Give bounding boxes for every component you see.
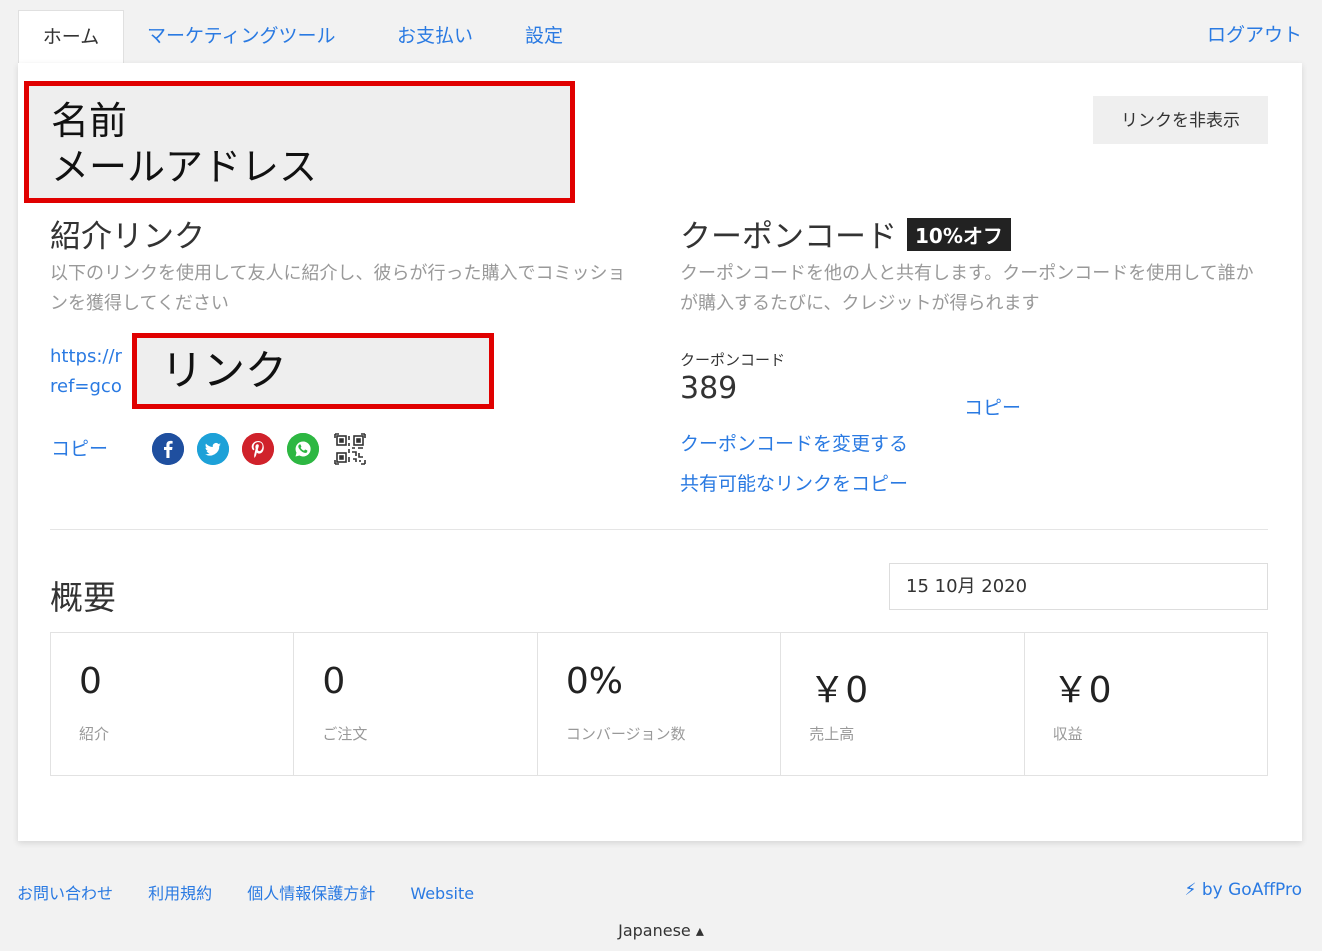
footer-link-website[interactable]: Website bbox=[410, 884, 474, 903]
stat-value: 0% bbox=[565, 661, 623, 702]
qr-code-icon[interactable] bbox=[334, 433, 366, 465]
profile-redacted-box: 名前 メールアドレス bbox=[24, 81, 575, 203]
logout-link[interactable]: ログアウト bbox=[1207, 10, 1302, 64]
coupon-title: クーポンコード 10%オフ bbox=[680, 211, 1011, 256]
footer-link-contact[interactable]: お問い合わせ bbox=[17, 884, 113, 903]
date-range-input[interactable]: 15 10月 2020 bbox=[889, 563, 1268, 610]
caret-up-icon: ▴ bbox=[695, 921, 704, 940]
powered-by-text[interactable]: by GoAffPro bbox=[1202, 880, 1302, 900]
referral-url-line2[interactable]: ref=gco bbox=[50, 372, 122, 402]
referral-url[interactable]: https://r ref=gco bbox=[50, 342, 122, 402]
stat-sales: ￥0 売上高 bbox=[781, 633, 1025, 775]
stat-label: コンバージョン数 bbox=[565, 725, 686, 743]
language-selector[interactable]: Japanese ▴ bbox=[0, 921, 1322, 940]
stat-value: 0 bbox=[322, 661, 346, 702]
tab-home[interactable]: ホーム bbox=[18, 10, 124, 64]
language-label[interactable]: Japanese bbox=[618, 921, 691, 940]
tab-marketing-tools[interactable]: マーケティングツール bbox=[147, 10, 335, 64]
coupon-code-value: 389 bbox=[680, 371, 738, 406]
stat-value: 0 bbox=[79, 661, 102, 702]
referral-link-redacted-box: リンク bbox=[132, 333, 494, 409]
copy-referral-link-button[interactable]: コピー bbox=[51, 434, 108, 461]
powered-by-link[interactable]: ⚡ by GoAffPro bbox=[1185, 880, 1302, 900]
profile-email: メールアドレス bbox=[51, 145, 318, 189]
redacted-link-label: リンク bbox=[161, 346, 288, 395]
referral-title: 紹介リンク bbox=[50, 219, 205, 255]
stat-label: 売上高 bbox=[809, 725, 855, 743]
stats-panel: 0 紹介 0 ご注文 0% コンバージョン数 ￥0 売上高 ￥0 収益 bbox=[50, 632, 1268, 776]
stat-referrals: 0 紹介 bbox=[51, 633, 295, 775]
hide-links-button[interactable]: リンクを非表示 bbox=[1093, 96, 1268, 144]
stat-label: ご注文 bbox=[322, 725, 368, 743]
whatsapp-icon[interactable] bbox=[287, 433, 319, 465]
pinterest-icon[interactable] bbox=[242, 433, 274, 465]
nav-tabs: ホーム マーケティングツール お支払い 設定 ログアウト bbox=[18, 10, 1302, 64]
coupon-description: クーポンコードを他の人と共有します。クーポンコードを使用して誰かが購入するたびに… bbox=[680, 263, 1254, 314]
footer-link-terms[interactable]: 利用規約 bbox=[148, 884, 212, 903]
referral-url-line1[interactable]: https://r bbox=[50, 342, 122, 372]
stat-earnings: ￥0 収益 bbox=[1025, 633, 1267, 775]
stat-conversions: 0% コンバージョン数 bbox=[538, 633, 782, 775]
referral-description: 以下のリンクを使用して友人に紹介し、彼らが行った購入でコミッションを獲得してくだ… bbox=[50, 263, 626, 314]
stat-value: ￥0 bbox=[809, 670, 869, 711]
stat-label: 紹介 bbox=[79, 725, 110, 743]
tab-payments[interactable]: お支払い bbox=[397, 10, 473, 64]
stat-label: 収益 bbox=[1052, 725, 1083, 743]
footer-link-privacy[interactable]: 個人情報保護方針 bbox=[247, 884, 375, 903]
copy-coupon-button[interactable]: コピー bbox=[964, 393, 1021, 420]
main-card: 名前 メールアドレス リンクを非表示 紹介リンク 以下のリンクを使用して友人に紹… bbox=[18, 63, 1302, 841]
change-coupon-link[interactable]: クーポンコードを変更する bbox=[680, 429, 908, 456]
twitter-icon[interactable] bbox=[197, 433, 229, 465]
stat-value: ￥0 bbox=[1052, 670, 1112, 711]
stat-orders: 0 ご注文 bbox=[294, 633, 538, 775]
overview-title: 概要 bbox=[50, 578, 116, 617]
profile-name: 名前 bbox=[51, 99, 128, 143]
facebook-icon[interactable] bbox=[152, 433, 184, 465]
footer-links: お問い合わせ 利用規約 個人情報保護方針 Website bbox=[17, 880, 504, 904]
lightning-icon: ⚡ bbox=[1184, 880, 1197, 900]
discount-badge: 10%オフ bbox=[907, 218, 1011, 251]
copy-shareable-link[interactable]: 共有可能なリンクをコピー bbox=[680, 469, 908, 496]
coupon-code-label: クーポンコード bbox=[680, 351, 786, 369]
tab-settings[interactable]: 設定 bbox=[525, 10, 563, 64]
section-divider bbox=[50, 529, 1268, 530]
coupon-title-text: クーポンコード bbox=[680, 219, 897, 255]
